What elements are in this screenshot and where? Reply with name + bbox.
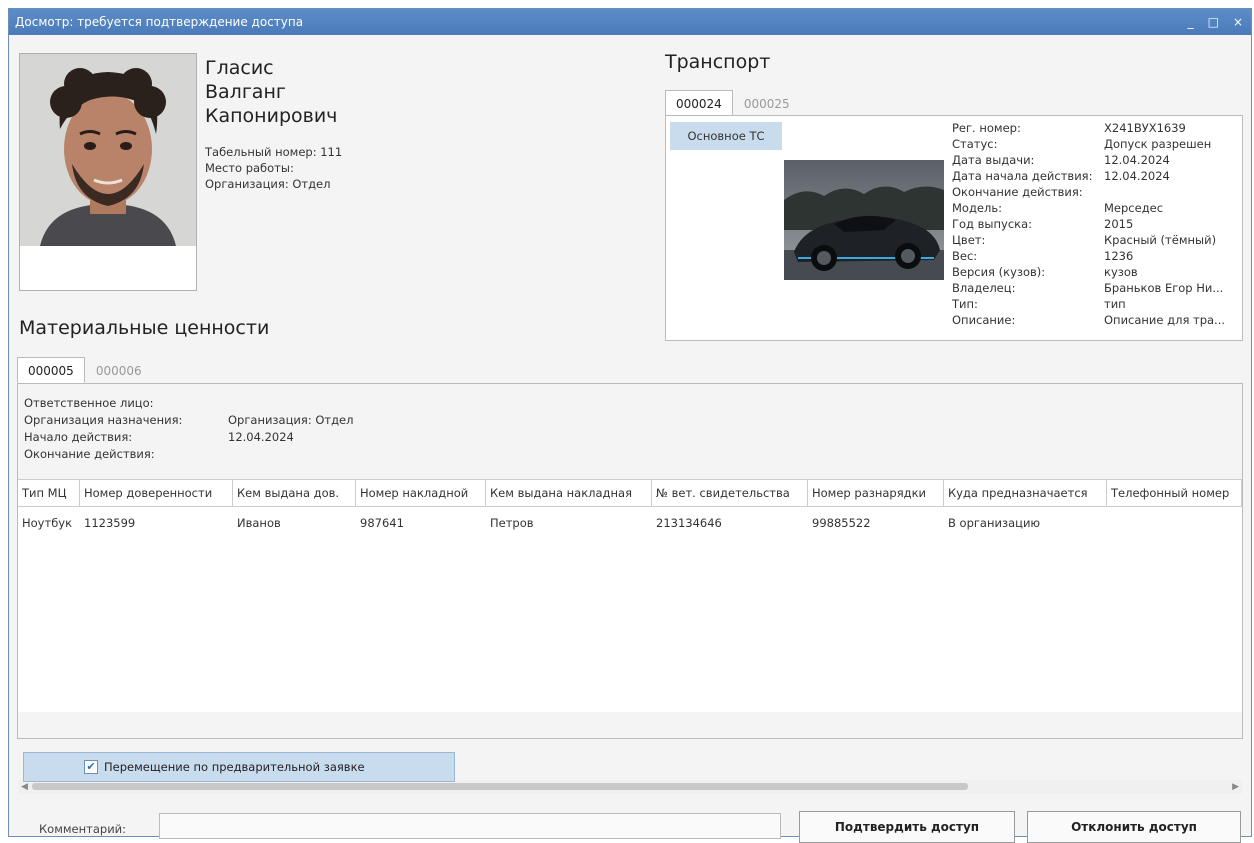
minimize-icon[interactable]: _ <box>1188 9 1194 35</box>
vehicle-field-label: Год выпуска: <box>952 217 1033 231</box>
vehicle-field-label: Версия (кузов): <box>952 265 1046 279</box>
vehicle-field-value: 2015 <box>1104 217 1134 231</box>
table-cell: Петров <box>490 516 534 530</box>
vehicle-field-value: 1236 <box>1104 249 1134 263</box>
table-cell: Иванов <box>237 516 281 530</box>
materials-panel: Ответственное лицо: Организация назначен… <box>17 383 1243 794</box>
person-patronymic: Капонирович <box>205 105 338 127</box>
vehicle-field-label: Окончание действия: <box>952 185 1083 199</box>
table-cell: 213134646 <box>656 516 722 530</box>
vehicle-field-value: 12.04.2024 <box>1104 169 1170 183</box>
table-cell: 1123599 <box>84 516 136 530</box>
vehicle-field-value: Мерседес <box>1104 201 1164 215</box>
column-header[interactable]: Телефонный номер <box>1107 480 1242 506</box>
tab-materials-000006[interactable]: 000006 <box>85 357 153 383</box>
column-header[interactable]: Тип МЦ <box>18 480 80 506</box>
table-cell: 987641 <box>360 516 404 530</box>
person-organization: Организация: Отдел <box>205 177 331 191</box>
close-icon[interactable]: × <box>1233 9 1243 35</box>
tab-main-vehicle[interactable]: Основное ТС <box>670 122 782 150</box>
scroll-right-icon[interactable]: ▶ <box>1232 780 1239 794</box>
materials-table: Тип МЦ Номер доверенности Кем выдана дов. Н… <box>18 479 1242 794</box>
vehicle-field-label: Рег. номер: <box>952 121 1021 135</box>
vehicle-field-label: Вес: <box>952 249 978 263</box>
materials-title: Материальные ценности <box>19 317 270 339</box>
vehicle-field-value: Красный (тёмный) <box>1104 233 1217 247</box>
start-label: Начало действия: <box>24 430 133 444</box>
person-tab-number: Табельный номер: 111 <box>205 145 343 159</box>
vehicle-field-label: Дата начала действия: <box>952 169 1093 183</box>
tab-transport-000024[interactable]: 000024 <box>665 90 733 116</box>
vehicle-field-value: тип <box>1104 297 1126 311</box>
end-label: Окончание действия: <box>24 447 155 461</box>
person-photo <box>19 53 197 291</box>
tab-materials-000005[interactable]: 000005 <box>17 357 85 383</box>
transport-tabs: 000024 000025 <box>665 90 801 116</box>
precheck-checkbox[interactable]: ✔ <box>84 760 98 774</box>
transport-title: Транспорт <box>665 51 771 73</box>
comment-input[interactable] <box>159 813 781 839</box>
transport-panel: Основное ТС Рег. номер: Х241ВУХ1639 Стат… <box>665 115 1243 341</box>
scrollbar-thumb[interactable] <box>32 783 968 790</box>
column-header[interactable]: № вет. свидетельства <box>652 480 808 506</box>
vehicle-field-label: Статус: <box>952 137 998 151</box>
vehicle-field-value: Допуск разрешен <box>1104 137 1212 151</box>
window-controls: _ □ × <box>1188 9 1243 35</box>
vehicle-photo <box>784 160 944 280</box>
horizontal-scrollbar[interactable]: ◀ ▶ <box>18 780 1242 794</box>
column-header[interactable]: Номер доверенности <box>80 480 233 506</box>
vehicle-field-value: 12.04.2024 <box>1104 153 1170 167</box>
column-header[interactable]: Кем выдана накладная <box>486 480 652 506</box>
table-header: Тип МЦ Номер доверенности Кем выдана дов. Н… <box>18 480 1242 507</box>
dialog-window: Досмотр: требуется подтверждение доступа… <box>8 8 1252 843</box>
person-last-name: Гласис <box>205 57 274 79</box>
precheck-row[interactable]: ✔ Перемещение по предварительной заявке <box>23 752 455 782</box>
vehicle-field-label: Дата выдачи: <box>952 153 1035 167</box>
portrait-graphic <box>20 54 196 246</box>
tab-transport-000025[interactable]: 000025 <box>733 90 801 116</box>
confirm-access-button[interactable]: Подтвердить доступ <box>799 811 1015 843</box>
car-graphic <box>784 160 944 280</box>
vehicle-field-value: Х241ВУХ1639 <box>1104 121 1186 135</box>
person-photo-image <box>20 54 196 246</box>
title-bar: Досмотр: требуется подтверждение доступа… <box>9 9 1251 35</box>
column-header[interactable]: Номер разнарядки <box>808 480 944 506</box>
person-workplace: Место работы: <box>205 161 294 175</box>
vehicle-field-label: Описание: <box>952 313 1016 327</box>
table-cell <box>1107 512 1242 534</box>
org-label: Организация назначения: <box>24 413 183 427</box>
vehicle-field-value: Описание для тра... <box>1104 313 1226 327</box>
responsible-label: Ответственное лицо: <box>24 396 154 410</box>
column-header[interactable]: Номер накладной <box>356 480 486 506</box>
reject-access-button[interactable]: Отклонить доступ <box>1027 811 1241 843</box>
precheck-label: Перемещение по предварительной заявке <box>104 760 365 774</box>
scroll-left-icon[interactable]: ◀ <box>21 780 28 794</box>
window-title: Досмотр: требуется подтверждение доступа <box>15 15 304 29</box>
vehicle-field-label: Тип: <box>952 297 978 311</box>
column-header[interactable]: Куда предназначается <box>944 480 1107 506</box>
comment-label: Комментарий: <box>39 822 127 836</box>
person-first-name: Валганг <box>205 81 286 103</box>
table-row[interactable]: Ноутбук 1123599 Иванов 987641 Петров 21313464… <box>18 512 1242 534</box>
table-cell: Ноутбук <box>22 516 73 530</box>
vehicle-field-label: Владелец: <box>952 281 1016 295</box>
vehicle-field-value: Браньков Егор Ни... <box>1104 281 1224 295</box>
start-value: 12.04.2024 <box>228 430 294 444</box>
vehicle-field-label: Модель: <box>952 201 1002 215</box>
checkmark-icon: ✔ <box>86 760 96 773</box>
org-value: Организация: Отдел <box>228 413 354 427</box>
table-cell: 99885522 <box>812 516 871 530</box>
vehicle-field-value: кузов <box>1104 265 1138 279</box>
column-header[interactable]: Кем выдана дов. <box>233 480 356 506</box>
materials-tabs: 000005 000006 <box>17 357 153 383</box>
maximize-icon[interactable]: □ <box>1208 9 1219 35</box>
vehicle-field-label: Цвет: <box>952 233 986 247</box>
table-cell: В организацию <box>948 516 1041 530</box>
window-content: Гласис Валганг Капонирович Табельный ном… <box>9 35 1251 843</box>
